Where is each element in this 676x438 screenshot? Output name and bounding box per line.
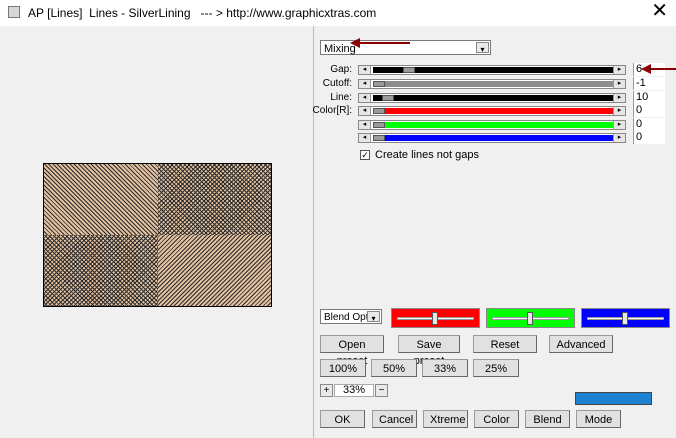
color-swatch[interactable]	[575, 392, 652, 405]
slider-fill	[373, 108, 613, 114]
param-value[interactable]: -1	[633, 77, 665, 90]
color-button[interactable]: Color	[474, 410, 519, 428]
slider-fill	[373, 81, 613, 87]
zoom-25-button[interactable]: 25%	[473, 359, 519, 377]
param-value[interactable]: 0	[633, 118, 665, 131]
scroll-right-icon[interactable]: ▸	[613, 134, 625, 142]
preview-image	[43, 163, 272, 307]
scroll-right-icon[interactable]: ▸	[613, 80, 625, 88]
save-preset-button[interactable]: Save preset	[398, 335, 460, 367]
slider-thumb[interactable]	[622, 312, 628, 325]
param-value[interactable]: 6	[633, 63, 665, 76]
slider-thumb[interactable]	[373, 81, 385, 87]
app-icon	[8, 6, 20, 18]
param-slider[interactable]: ◂ ▸	[358, 79, 626, 89]
green-blend-slider[interactable]	[486, 308, 575, 328]
zoom-100-button[interactable]: 100%	[320, 359, 366, 377]
slider-thumb[interactable]	[373, 135, 385, 141]
slider-thumb[interactable]	[527, 312, 533, 325]
preview-quadrant-antidiagonal	[157, 235, 271, 306]
scroll-right-icon[interactable]: ▸	[613, 107, 625, 115]
param-value[interactable]: 0	[633, 104, 665, 117]
scroll-left-icon[interactable]: ◂	[359, 94, 371, 102]
param-label: Gap:	[330, 64, 352, 75]
reset-button[interactable]: Reset	[473, 335, 537, 353]
scroll-right-icon[interactable]: ▸	[613, 66, 625, 74]
scroll-right-icon[interactable]: ▸	[613, 121, 625, 129]
param-slider[interactable]: ◂ ▸	[358, 120, 626, 130]
preview-quadrant-crosshatch	[157, 164, 271, 235]
param-label: Color[R]:	[312, 105, 352, 116]
zoom-50-button[interactable]: 50%	[371, 359, 417, 377]
chevron-down-icon[interactable]: ▾	[476, 42, 489, 54]
mode-dropdown[interactable]: Mixing ▾	[320, 40, 491, 55]
advanced-button[interactable]: Advanced	[549, 335, 613, 353]
zoom-33-button[interactable]: 33%	[422, 359, 468, 377]
preview-pane	[0, 26, 314, 438]
param-label: Cutoff:	[322, 78, 352, 89]
scroll-left-icon[interactable]: ◂	[359, 107, 371, 115]
xtreme-button[interactable]: Xtreme	[423, 410, 468, 428]
param-slider[interactable]: ◂ ▸	[358, 93, 626, 103]
scroll-right-icon[interactable]: ▸	[613, 94, 625, 102]
blend-options-dropdown[interactable]: Blend Opti ▾	[320, 309, 382, 324]
slider-thumb[interactable]	[373, 122, 385, 128]
close-icon[interactable]: ✕	[651, 1, 668, 21]
create-lines-label: Create lines not gaps	[375, 149, 479, 161]
red-blend-slider[interactable]	[391, 308, 480, 328]
title-bar: AP [Lines] Lines - SilverLining --- > ht…	[0, 0, 676, 26]
param-slider[interactable]: ◂ ▸	[358, 106, 626, 116]
blue-blend-slider[interactable]	[581, 308, 670, 328]
param-label: Line:	[330, 92, 352, 103]
slider-thumb[interactable]	[402, 67, 415, 73]
slider-fill	[373, 135, 613, 141]
ok-button[interactable]: OK	[320, 410, 365, 428]
cancel-button[interactable]: Cancel	[372, 410, 417, 428]
scroll-left-icon[interactable]: ◂	[359, 80, 371, 88]
blend-button[interactable]: Blend	[525, 410, 570, 428]
scroll-left-icon[interactable]: ◂	[359, 121, 371, 129]
blend-options-value: Blend Opti	[324, 312, 371, 323]
preview-quadrant-crosshatch	[44, 235, 158, 306]
mode-button[interactable]: Mode	[576, 410, 621, 428]
slider-thumb[interactable]	[382, 95, 395, 101]
dialog-client: Mixing ▾ Gap: ◂ ▸ 6 Cutoff: ◂ ▸ -1 Line: ◂ ▸ 10 Colo…	[0, 26, 676, 438]
scroll-left-icon[interactable]: ◂	[359, 134, 371, 142]
param-value[interactable]: 10	[633, 91, 665, 104]
param-value[interactable]: 0	[633, 131, 665, 144]
zoom-level-field[interactable]: 33%	[334, 384, 374, 397]
slider-thumb[interactable]	[373, 108, 385, 114]
param-slider[interactable]: ◂ ▸	[358, 65, 626, 75]
mode-dropdown-value: Mixing	[324, 43, 356, 55]
preview-quadrant-diagonal	[44, 164, 158, 235]
slider-thumb[interactable]	[432, 312, 438, 325]
slider-fill	[373, 122, 613, 128]
open-preset-button[interactable]: Open preset	[320, 335, 384, 367]
scroll-left-icon[interactable]: ◂	[359, 66, 371, 74]
param-slider[interactable]: ◂ ▸	[358, 133, 626, 143]
chevron-down-icon[interactable]: ▾	[367, 311, 380, 323]
slider-fill	[373, 95, 613, 101]
create-lines-checkbox[interactable]: ✓	[360, 150, 370, 160]
zoom-out-button[interactable]: −	[375, 384, 388, 397]
zoom-in-button[interactable]: +	[320, 384, 333, 397]
window-title: AP [Lines] Lines - SilverLining --- > ht…	[28, 6, 377, 20]
